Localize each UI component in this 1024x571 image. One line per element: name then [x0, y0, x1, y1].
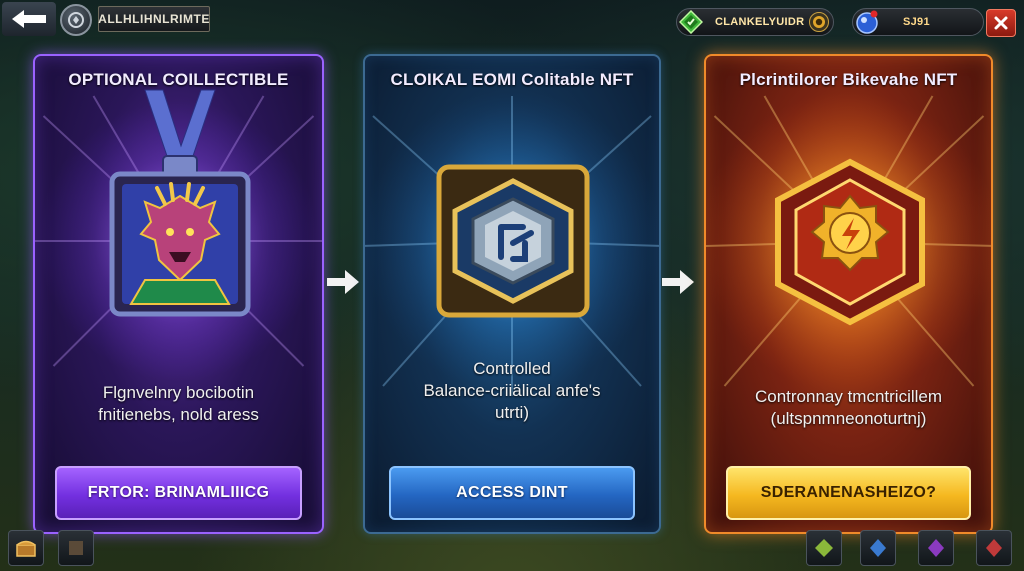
inventory-slot[interactable] [976, 530, 1012, 566]
card-title: Plcrintilorer Bikevahe NFT [739, 70, 958, 89]
red-crystal-icon [986, 539, 1002, 557]
scroll-icon [69, 541, 83, 555]
blue-crystal-icon [870, 539, 886, 557]
screen-title: ALLHLIHNLRIMTE [98, 6, 210, 32]
dragon-medallion-icon [109, 89, 251, 317]
close-button[interactable] [986, 9, 1016, 37]
inventory-slot[interactable] [8, 530, 44, 566]
card-desc-line: Contronnay tmcntricillem [754, 387, 943, 406]
profile-badge-icon [68, 12, 84, 28]
card-description: Controlled Balance-criiälical anfe's utr… [381, 358, 643, 424]
card-desc-line: Controlled [473, 359, 551, 378]
flow-arrow-icon [662, 270, 694, 294]
hexagon-shield-emblem-icon [436, 164, 590, 318]
inventory-slot[interactable] [918, 530, 954, 566]
purple-crystal-icon [928, 539, 944, 557]
card-desc-line: Flgnvelnry bocibotin [102, 383, 255, 402]
card-desc-line: Balance-criiälical anfe's [423, 381, 601, 400]
blue-orb-icon [855, 10, 879, 34]
card-description: Flgnvelnry bocibotin fnitienebs, nold ar… [51, 382, 306, 426]
card-desc-line: fnitienebs, nold aress [98, 405, 259, 424]
currency-gems[interactable]: CLANKELYUIDR [676, 8, 834, 36]
profile-badge[interactable] [60, 4, 92, 36]
collectible-card-balance[interactable]: CLOIKAL EOMI Colitable NFT Controlled Ba… [363, 54, 661, 534]
collectible-card-optional[interactable]: OPTIONAL COILLECTIBLE Flgnvelnry bocibot… [33, 54, 324, 534]
close-icon [994, 16, 1008, 30]
treasure-chest-icon [16, 540, 36, 557]
green-gem-icon [679, 10, 703, 34]
inventory-slot[interactable] [860, 530, 896, 566]
back-button[interactable] [2, 2, 56, 36]
currency-gems-value: CLANKELYUIDR [715, 16, 805, 28]
inventory-slot[interactable] [806, 530, 842, 566]
card-title: CLOIKAL EOMI Colitable NFT [390, 70, 634, 89]
card-desc-line: utrti) [495, 403, 529, 422]
gold-coin-icon[interactable] [809, 12, 829, 32]
flow-arrow-icon [327, 270, 359, 294]
back-arrow-icon [12, 10, 46, 28]
card-description: Contronnay tmcntricillem (ultspnmneonotu… [722, 386, 975, 430]
card-action-button[interactable]: SDERANENASHEIZO? [726, 466, 971, 520]
top-bar: ALLHLIHNLRIMTE CLANKELYUIDR SJ91 [0, 0, 1024, 44]
golden-hexagon-emblem-icon [775, 158, 925, 326]
card-desc-line: (ultspnmneonoturtnj) [770, 409, 927, 428]
card-action-button[interactable]: ACCESS DINT [389, 466, 635, 520]
currency-orbs-value: SJ91 [903, 16, 930, 28]
gem-slot-icon [815, 539, 833, 557]
inventory-slot[interactable] [58, 530, 94, 566]
currency-orbs[interactable]: SJ91 [852, 8, 984, 36]
collectible-card-premium[interactable]: Plcrintilorer Bikevahe NFT Contronnay tm… [704, 54, 993, 534]
card-action-button[interactable]: FRTOR: BRINAMLIIICG [55, 466, 302, 520]
